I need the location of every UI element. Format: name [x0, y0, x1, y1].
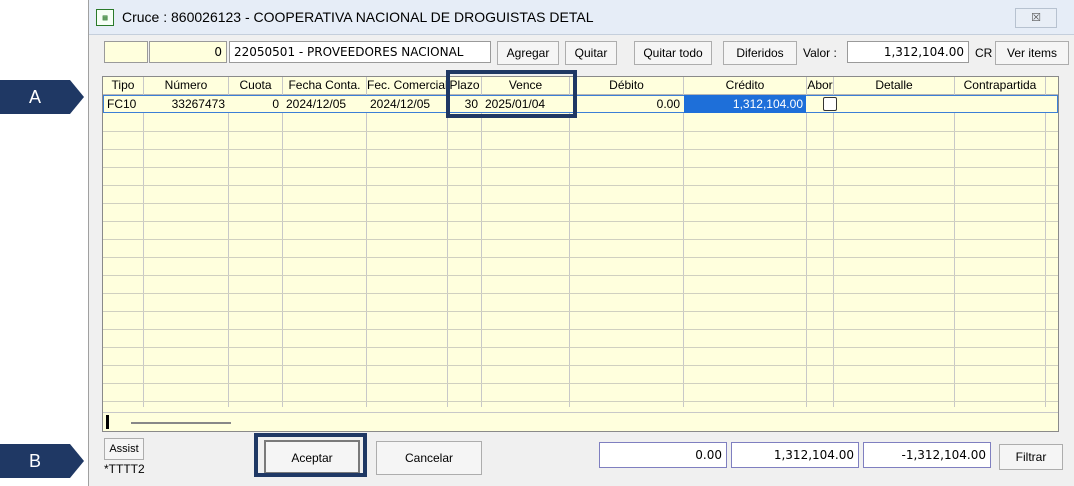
cell-tipo[interactable]: FC10 [104, 95, 143, 113]
column-divider [806, 77, 807, 407]
callout-b-arrow [70, 444, 84, 478]
callout-a-label: A [0, 80, 70, 114]
scrollbar-thumb[interactable] [131, 422, 231, 424]
row-line [103, 347, 1058, 348]
agregar-button[interactable]: Agregar [497, 41, 559, 65]
status-text: *TTTT2 [104, 462, 145, 476]
close-button[interactable]: ☒ [1015, 8, 1057, 28]
row-line [103, 311, 1058, 312]
row-line [103, 401, 1058, 402]
account-field[interactable]: 22050501 - PROVEEDORES NACIONAL [229, 41, 491, 63]
column-divider [1045, 77, 1046, 407]
row-line [103, 185, 1058, 186]
movements-grid[interactable]: Tipo Número Cuota Fecha Conta. Fec. Come… [102, 76, 1059, 432]
column-divider [282, 77, 283, 407]
row-line [103, 149, 1058, 150]
cell-cuota[interactable]: 0 [229, 95, 282, 113]
row-line [103, 167, 1058, 168]
column-divider [833, 77, 834, 407]
column-divider [447, 77, 448, 407]
cancelar-button[interactable]: Cancelar [376, 441, 482, 475]
column-header-abor[interactable]: Abor [807, 77, 833, 94]
cell-credito[interactable]: 1,312,104.00 [684, 95, 806, 113]
cell-fecha-conta[interactable]: 2024/12/05 [283, 95, 366, 113]
cruce-window: ▦ Cruce : 860026123 - COOPERATIVA NACION… [88, 0, 1074, 486]
row-line [103, 329, 1058, 330]
count-field[interactable]: 0 [149, 41, 227, 63]
row-line [103, 293, 1058, 294]
callout-b: B [0, 444, 88, 478]
column-header-credito[interactable]: Crédito [684, 77, 806, 94]
quitar-todo-button[interactable]: Quitar todo [634, 41, 712, 65]
row-line [103, 221, 1058, 222]
filtrar-button[interactable]: Filtrar [999, 444, 1063, 470]
row-line [103, 275, 1058, 276]
cell-debito[interactable]: 0.00 [570, 95, 683, 113]
text-cursor [106, 415, 109, 429]
grid-header: Tipo Número Cuota Fecha Conta. Fec. Come… [103, 77, 1058, 95]
diferencia-field[interactable]: -1,312,104.00 [863, 442, 991, 468]
code-field[interactable] [104, 41, 148, 63]
column-divider [683, 77, 684, 407]
title-bar: ▦ Cruce : 860026123 - COOPERATIVA NACION… [89, 0, 1074, 35]
column-divider [954, 77, 955, 407]
column-header-fecha-conta[interactable]: Fecha Conta. [283, 77, 366, 94]
abor-checkbox[interactable] [823, 97, 837, 111]
horizontal-scrollbar[interactable] [103, 412, 1058, 431]
callout-a-arrow [70, 80, 84, 114]
column-divider [569, 77, 570, 407]
column-header-debito[interactable]: Débito [570, 77, 683, 94]
column-header-cuota[interactable]: Cuota [229, 77, 282, 94]
ver-items-button[interactable]: Ver items [995, 41, 1069, 65]
column-divider [481, 77, 482, 407]
cell-fec-comercial[interactable]: 2024/12/05 [367, 95, 447, 113]
callout-a: A [0, 80, 88, 114]
diferidos-button[interactable]: Diferidos [723, 41, 797, 65]
quitar-button[interactable]: Quitar [565, 41, 617, 65]
callout-b-label: B [0, 444, 70, 478]
valor-field[interactable]: 1,312,104.00 [847, 41, 969, 63]
row-line [103, 365, 1058, 366]
column-divider [228, 77, 229, 407]
column-divider [143, 77, 144, 407]
row-line [103, 383, 1058, 384]
column-header-fec-comercial[interactable]: Fec. Comercial [367, 77, 447, 94]
assist-button[interactable]: Assist [104, 438, 144, 460]
column-header-numero[interactable]: Número [144, 77, 228, 94]
column-divider [366, 77, 367, 407]
row-line [103, 203, 1058, 204]
cell-numero[interactable]: 33267473 [144, 95, 228, 113]
row-line [103, 239, 1058, 240]
total-debito-field[interactable]: 0.00 [599, 442, 727, 468]
highlight-plazo-vence [446, 70, 577, 118]
cr-label: CR [975, 46, 993, 60]
row-line [103, 131, 1058, 132]
valor-label: Valor : [803, 46, 837, 60]
total-credito-field[interactable]: 1,312,104.00 [731, 442, 859, 468]
window-title: Cruce : 860026123 - COOPERATIVA NACIONAL… [122, 9, 594, 25]
highlight-aceptar [254, 433, 367, 477]
column-header-tipo[interactable]: Tipo [103, 77, 143, 94]
column-header-contrapartida[interactable]: Contrapartida [955, 77, 1045, 94]
column-header-detalle[interactable]: Detalle [834, 77, 954, 94]
row-line [103, 257, 1058, 258]
spreadsheet-icon: ▦ [96, 9, 114, 26]
